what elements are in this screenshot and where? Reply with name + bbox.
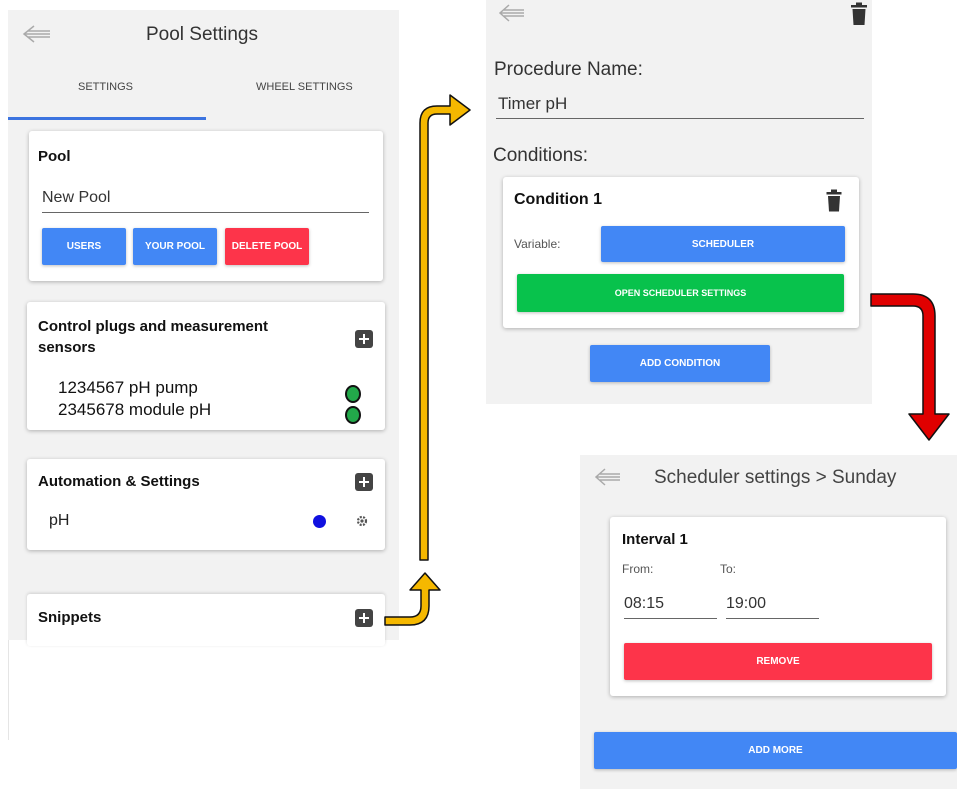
interval-card: Interval 1 From: To: 08:15 19:00 REMOVE [610,517,946,696]
add-plug-icon[interactable] [355,330,373,348]
trash-icon[interactable] [825,189,843,212]
variable-select[interactable]: SCHEDULER [601,226,845,262]
users-button[interactable]: USERS [42,228,126,265]
from-time-field[interactable]: 08:15 [624,595,664,613]
procedure-screen: Procedure Name: Timer pH Conditions: Con… [486,0,872,404]
control-plugs-card: Control plugs and measurement sensors 12… [27,302,385,430]
condition-title: Condition 1 [514,191,602,208]
to-time-underline [726,618,819,619]
scheduler-screen: Scheduler settings > Sunday Interval 1 F… [580,455,957,789]
variable-label: Variable: [514,237,561,251]
procedure-name-field[interactable]: Timer pH [498,94,567,114]
delete-pool-button[interactable]: DELETE POOL [225,228,309,265]
add-automation-icon[interactable] [355,473,373,491]
plug-status-dot [345,385,361,403]
automation-status-dot [313,515,326,528]
automation-item-label[interactable]: pH [49,512,69,530]
from-label: From: [622,562,654,576]
control-plugs-heading-line1: Control plugs and measurement [38,318,269,335]
control-plugs-heading-line2: sensors [38,339,96,356]
conditions-label: Conditions: [493,145,589,166]
open-scheduler-settings-button[interactable]: OPEN SCHEDULER SETTINGS [517,274,844,312]
pool-settings-screen: Pool Settings SETTINGS WHEEL SETTINGS Po… [8,10,399,740]
add-more-button[interactable]: ADD MORE [594,732,957,769]
back-arrow-icon[interactable] [22,24,52,44]
from-time-underline [624,618,717,619]
scheduler-title: Scheduler settings > Sunday [654,467,897,488]
flow-arrow-red [870,293,950,441]
your-pool-button[interactable]: YOUR POOL [133,228,217,265]
pool-name-underline [42,212,369,213]
trash-icon[interactable] [849,2,869,26]
pool-screen-edge [8,640,9,740]
procedure-name-underline [496,118,864,119]
add-snippet-icon[interactable] [355,609,373,627]
tab-settings[interactable]: SETTINGS [78,81,133,93]
condition-card: Condition 1 Variable: SCHEDULER OPEN SCH… [503,177,859,328]
tab-wheel-settings[interactable]: WHEEL SETTINGS [256,81,353,93]
plug-item-label[interactable]: 2345678 module pH [58,400,211,420]
gear-icon[interactable] [356,515,368,527]
interval-title: Interval 1 [622,531,688,548]
back-arrow-icon[interactable] [498,3,526,23]
automation-card: Automation & Settings pH [27,459,385,550]
add-condition-button[interactable]: ADD CONDITION [590,345,770,382]
snippets-heading: Snippets [38,609,102,626]
back-arrow-icon[interactable] [594,467,622,487]
to-label: To: [720,562,737,576]
plug-status-dot [345,406,361,424]
remove-interval-button[interactable]: REMOVE [624,643,932,680]
control-plugs-heading: Control plugs and measurement sensors [38,316,268,358]
pool-card-heading: Pool [38,148,71,165]
flow-arrow-yellow [384,94,471,626]
snippets-card: Snippets [27,594,385,646]
page-title: Pool Settings [146,24,258,45]
procedure-name-label: Procedure Name: [494,59,643,80]
pool-name-field[interactable]: New Pool [42,189,110,207]
plug-item-label[interactable]: 1234567 pH pump [58,378,198,398]
automation-heading: Automation & Settings [38,473,200,490]
pool-card: Pool New Pool USERS YOUR POOL DELETE POO… [29,131,383,281]
to-time-field[interactable]: 19:00 [726,595,766,613]
